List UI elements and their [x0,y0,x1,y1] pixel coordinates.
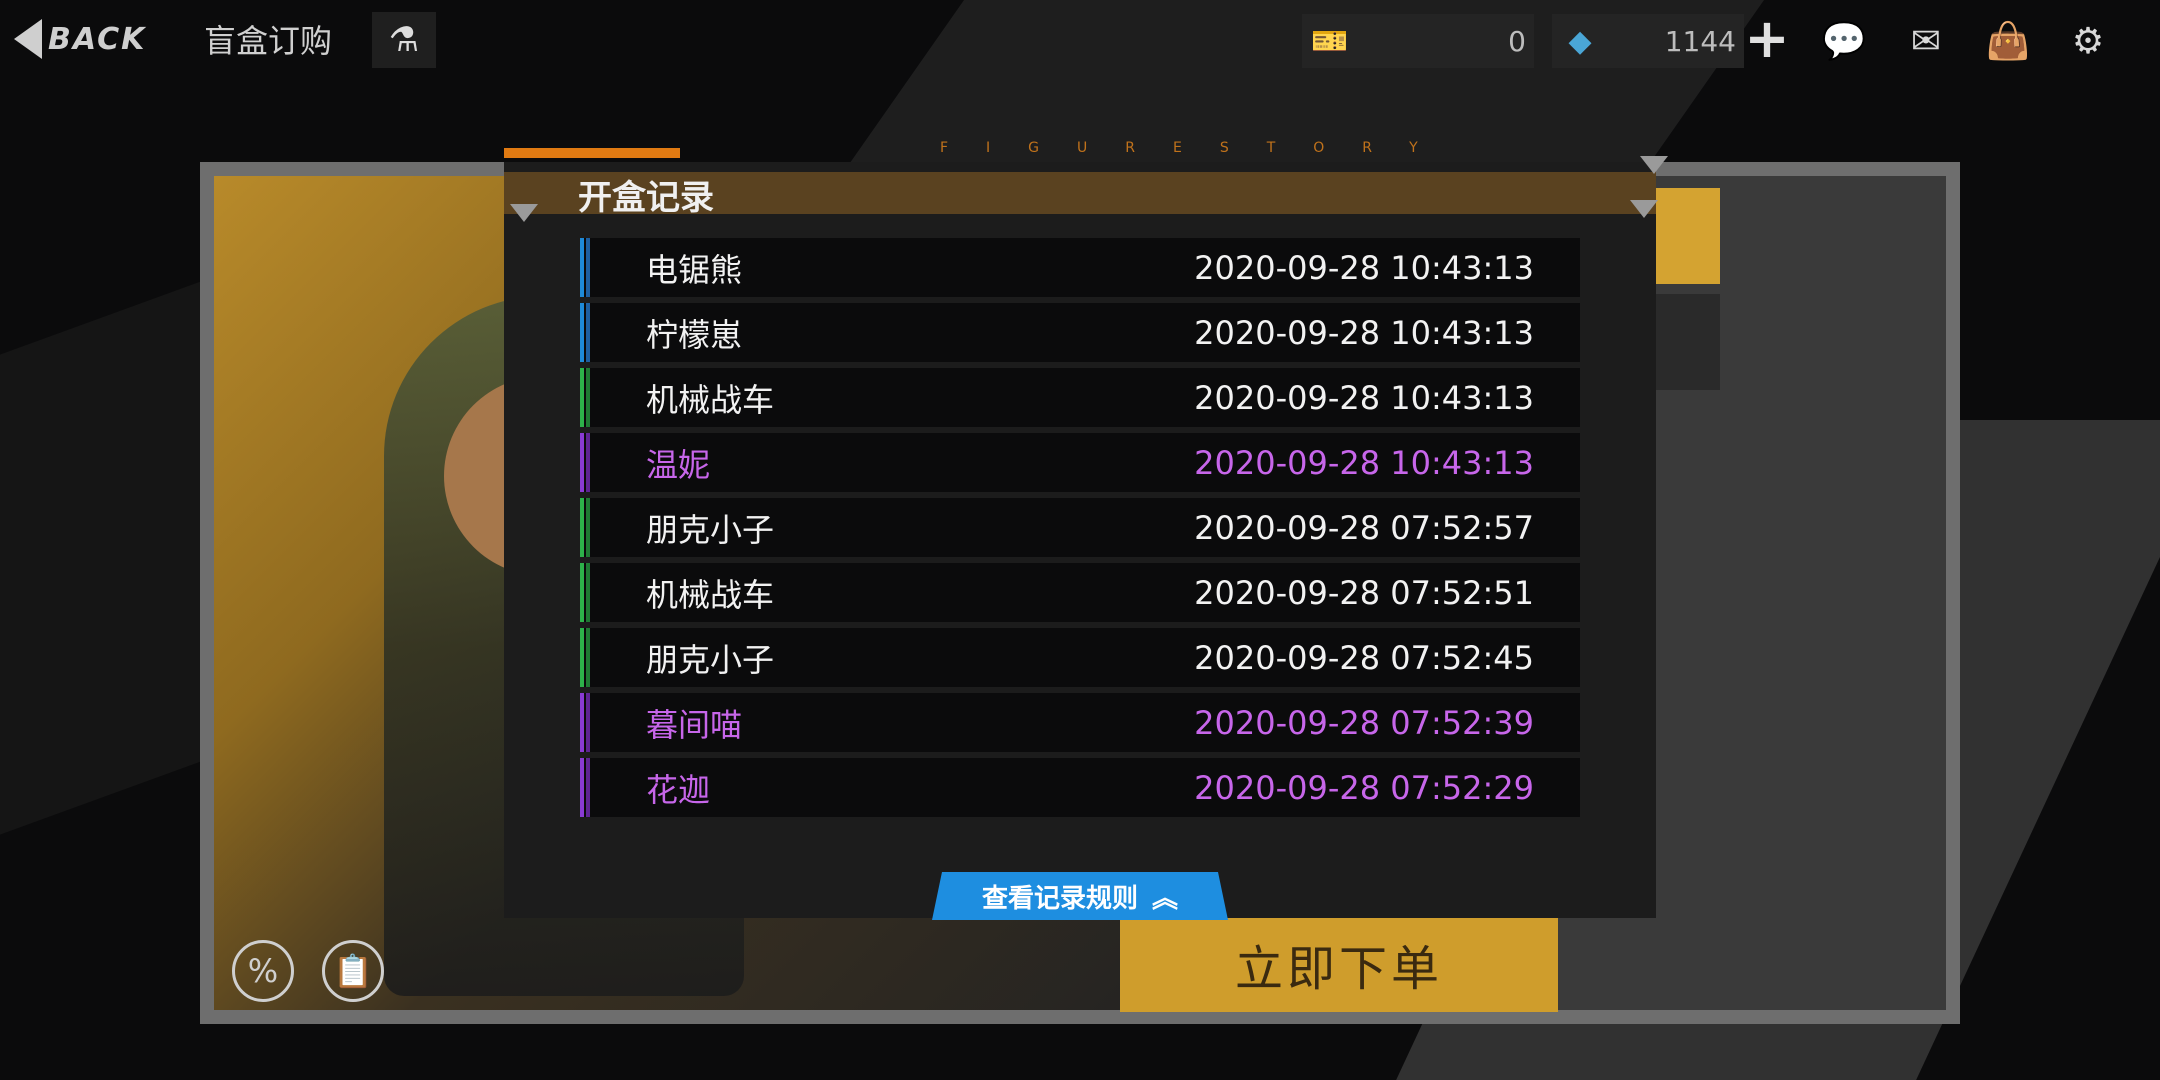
record-item-name: 朋克小子 [646,640,775,679]
add-diamond-button[interactable]: + [1740,12,1794,68]
record-timestamp: 2020-09-28 07:52:45 [1194,638,1534,677]
page-title: 盲盒订购 [204,22,333,60]
corner-triangle-icon [1630,200,1658,218]
ticket-icon: 🎫 [1311,23,1349,59]
view-rules-button[interactable]: 查看记录规则 ︽ [932,872,1228,920]
rarity-bar [580,628,590,687]
record-item-name: 暮间喵 [646,705,743,744]
record-timestamp: 2020-09-28 10:43:13 [1194,248,1534,287]
record-row: 朋克小子 2020-09-28 07:52:57 [580,498,1580,557]
rarity-bar [580,693,590,752]
flask-icon[interactable]: ⚗ [372,12,436,68]
record-timestamp: 2020-09-28 07:52:57 [1194,508,1534,547]
settings-icon[interactable]: ⚙ [2060,16,2116,66]
record-item-name: 机械战车 [646,380,775,419]
double-chevron-up-icon: ︽ [1152,883,1179,914]
record-timestamp: 2020-09-28 10:43:13 [1194,313,1534,352]
modal-title: 开盒记录 [578,178,714,218]
bag-icon[interactable]: 👜 [1980,16,2036,66]
modal-deco-text: FIGURESTORY [940,140,1456,156]
record-row: 电锯熊 2020-09-28 10:43:13 [580,238,1580,297]
record-timestamp: 2020-09-28 10:43:13 [1194,443,1534,482]
record-row: 机械战车 2020-09-28 10:43:13 [580,368,1580,427]
record-list[interactable]: 电锯熊 2020-09-28 10:43:13 柠檬崽 2020-09-28 10:4… [580,238,1580,836]
record-row: 花迦 2020-09-28 07:52:29 [580,758,1580,817]
corner-triangle-icon [1640,156,1668,174]
record-timestamp: 2020-09-28 07:52:39 [1194,703,1534,742]
back-arrow-icon [14,19,42,59]
record-row: 温妮 2020-09-28 10:43:13 [580,433,1580,492]
diamond-icon: ◆ [1568,23,1592,59]
record-item-name: 朋克小子 [646,510,775,549]
rarity-bar [580,498,590,557]
record-row: 机械战车 2020-09-28 07:52:51 [580,563,1580,622]
top-bar: BACK 盲盒订购 ⚗ 🎫 0 ◆ 1144 + 💬 ✉ 👜 ⚙ [0,0,2160,80]
back-label: BACK [48,21,147,57]
record-item-name: 柠檬崽 [646,315,743,354]
ticket-count: 0 [1508,24,1526,58]
record-timestamp: 2020-09-28 07:52:29 [1194,768,1534,807]
record-item-name: 电锯熊 [646,250,743,289]
corner-triangle-icon [510,204,538,222]
ticket-resource: 🎫 0 [1302,14,1534,68]
rarity-bar [580,563,590,622]
modal-accent-strip [504,148,680,158]
diamond-count: 1144 [1664,24,1736,58]
record-timestamp: 2020-09-28 10:43:13 [1194,378,1534,417]
diamond-resource: ◆ 1144 [1552,14,1744,68]
rarity-bar [580,368,590,427]
rarity-bar [580,433,590,492]
record-item-name: 花迦 [646,770,711,809]
chat-icon[interactable]: 💬 [1816,16,1872,66]
mail-icon[interactable]: ✉ [1898,16,1954,66]
record-item-name: 温妮 [646,445,711,484]
rarity-bar [580,758,590,817]
record-item-name: 机械战车 [646,575,775,614]
record-row: 柠檬崽 2020-09-28 10:43:13 [580,303,1580,362]
clipboard-icon[interactable]: 📋 [322,940,384,1002]
record-timestamp: 2020-09-28 07:52:51 [1194,573,1534,612]
view-rules-label: 查看记录规则 [981,883,1138,914]
order-now-button[interactable]: 立即下单 [1120,916,1558,1012]
record-row: 暮间喵 2020-09-28 07:52:39 [580,693,1580,752]
rarity-bar [580,238,590,297]
record-row: 朋克小子 2020-09-28 07:52:45 [580,628,1580,687]
percent-icon[interactable]: % [232,940,294,1002]
rarity-bar [580,303,590,362]
back-button[interactable]: BACK [14,16,146,62]
